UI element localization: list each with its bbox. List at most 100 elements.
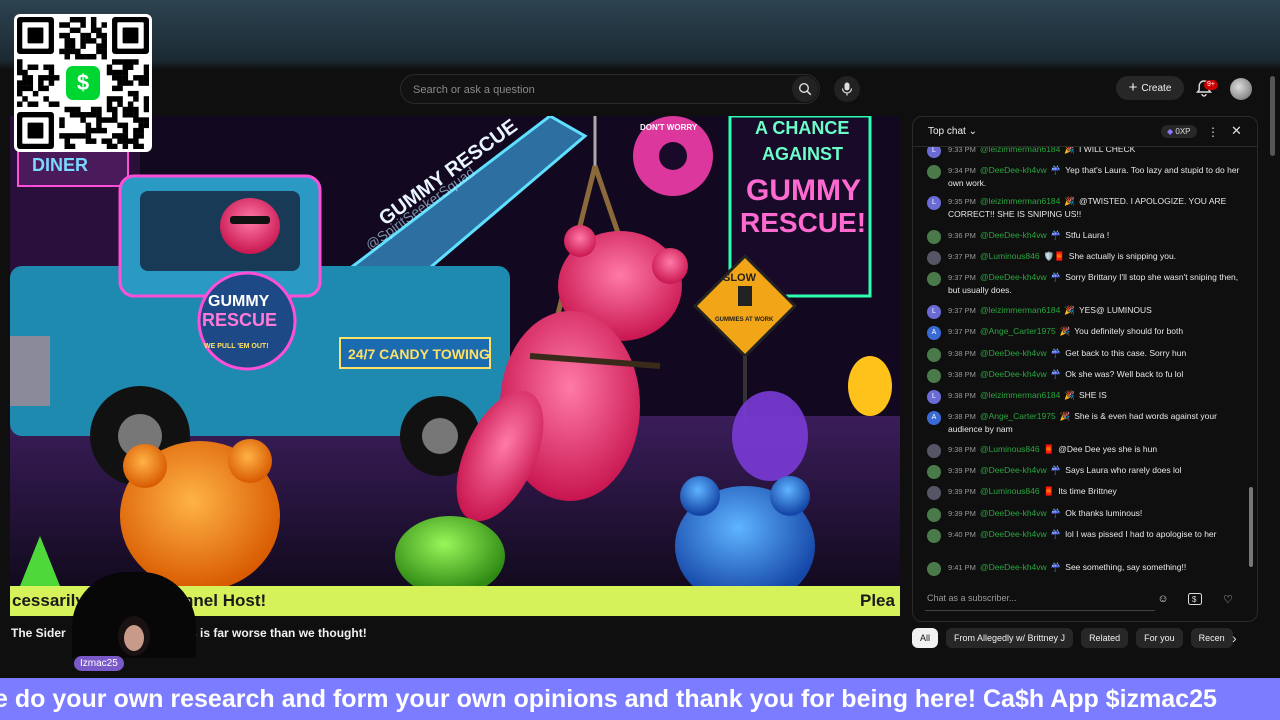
chat-timestamp: 9:40 PM (948, 530, 976, 539)
account-avatar[interactable] (1230, 78, 1252, 100)
chat-message-body: 9:37 PM @DeeDee-kh4vw ☔ Sorry Brittany I'll… (948, 271, 1246, 297)
chat-author-avatar[interactable] (927, 165, 941, 179)
emoji-icon[interactable]: ☺ (1155, 591, 1171, 607)
chat-author-name[interactable]: @leizimmerman6184 (980, 196, 1060, 206)
page-scrollbar[interactable] (1270, 76, 1275, 156)
video-player[interactable]: DINER A CHANCE AGAINST GUMMY RESCUE! DON… (10, 116, 900, 616)
chat-author-avatar[interactable] (927, 272, 941, 286)
chat-message-text: I WILL CHECK (1078, 147, 1136, 154)
chat-author-badge-icon: 🎉 (1064, 305, 1075, 315)
chat-message-body: 9:41 PM @DeeDee-kh4vw ☔ See something, say … (948, 561, 1246, 574)
chip-recen[interactable]: Recen (1190, 628, 1233, 648)
chat-author-avatar[interactable] (927, 348, 941, 362)
chat-author-name[interactable]: @DeeDee-kh4vw (980, 348, 1047, 358)
door-logo-top: GUMMY (208, 293, 270, 310)
chat-timestamp: 9:38 PM (948, 412, 976, 421)
chat-author-badge-icon: ☔ (1050, 529, 1062, 539)
chat-author-avatar[interactable] (927, 562, 941, 576)
chat-author-avatar[interactable] (927, 508, 941, 522)
voice-search-button[interactable] (834, 76, 860, 102)
chat-author-name[interactable]: @leizimmerman6184 (980, 147, 1060, 154)
chat-author-name[interactable]: @leizimmerman6184 (980, 305, 1060, 315)
chat-author-badge-icon: ☔ (1050, 230, 1062, 240)
chat-message-text: YES@ LUMINOUS (1078, 305, 1152, 315)
chat-author-name[interactable]: @DeeDee-kh4vw (980, 465, 1047, 475)
chip-from-allegedly-w-brittney-j[interactable]: From Allegedly w/ Brittney J (946, 628, 1074, 648)
super-chat-icon[interactable]: $ (1187, 591, 1203, 607)
chat-author-avatar[interactable]: L (927, 390, 941, 404)
bottom-marquee-banner: e do your own research and form your own… (0, 678, 1280, 720)
chat-message-text: Its time Brittney (1058, 486, 1117, 496)
chat-author-name[interactable]: @Ange_Carter1975 (980, 411, 1056, 421)
marquee-text: e do your own research and form your own… (0, 685, 1217, 713)
chat-timestamp: 9:38 PM (948, 370, 976, 379)
chat-author-avatar[interactable] (927, 465, 941, 479)
microphone-icon (841, 82, 853, 96)
chat-author-avatar[interactable]: L (927, 196, 941, 210)
truck-side-text: 24/7 CANDY TOWING (348, 346, 490, 362)
chat-author-name[interactable]: @DeeDee-kh4vw (980, 529, 1047, 539)
chat-author-avatar[interactable] (927, 444, 941, 458)
chat-author-badge-icon: 🎉 (1064, 147, 1075, 154)
chat-author-name[interactable]: @DeeDee-kh4vw (980, 272, 1047, 282)
chat-message-text: Stfu Laura ! (1065, 230, 1110, 240)
donut-sign: DON'T WORRY (640, 123, 698, 132)
chat-author-avatar[interactable]: L (927, 147, 941, 158)
chat-message-text: Get back to this case. Sorry hun (1065, 348, 1187, 358)
chat-author-name[interactable]: @DeeDee-kh4vw (980, 562, 1047, 572)
search-input[interactable] (411, 79, 785, 101)
chat-message-body: 9:36 PM @DeeDee-kh4vw ☔ Stfu Laura ! (948, 229, 1246, 242)
chat-author-name[interactable]: @Luminous846 (980, 444, 1040, 454)
chat-message-text: SHE IS (1078, 390, 1107, 400)
chat-author-avatar[interactable] (927, 251, 941, 265)
top-chat-dropdown[interactable]: Top chat ⌄ (928, 126, 977, 137)
chat-author-badge-icon: ☔ (1050, 508, 1062, 518)
chat-author-name[interactable]: @DeeDee-kh4vw (980, 165, 1047, 175)
chat-author-name[interactable]: @Luminous846 (980, 251, 1040, 261)
chat-author-name[interactable]: @Luminous846 (980, 486, 1040, 496)
video-title-right: ors is far worse than we thought! (178, 626, 367, 640)
chat-input[interactable] (925, 589, 1149, 604)
billboard-line3: GUMMY (746, 174, 861, 207)
diner-sign: DINER (32, 155, 88, 175)
chat-author-avatar[interactable]: A (927, 326, 941, 340)
chat-author-badge-icon: ☔ (1050, 465, 1062, 475)
cashapp-qr-code: $ (14, 14, 152, 152)
chat-author-avatar[interactable]: L (927, 305, 941, 319)
chevron-right-icon[interactable]: › (1232, 630, 1237, 646)
more-options-icon[interactable]: ⋮ (1207, 125, 1219, 139)
chat-author-avatar[interactable]: A (927, 411, 941, 425)
xp-badge[interactable]: ◆ 0XP (1161, 125, 1197, 138)
chat-timestamp: 9:41 PM (948, 563, 976, 572)
chat-message-body: 9:37 PM @Ange_Carter1975 🎉 You definitely s… (948, 325, 1246, 338)
chat-author-name[interactable]: @DeeDee-kh4vw (980, 369, 1047, 379)
chat-message-body: 9:35 PM @leizimmerman6184 🎉 @TWISTED. I APO… (948, 195, 1246, 221)
chat-message-list[interactable]: L 9:33 PM @leizimmerman6184 🎉 I WILL CHECK 9:… (913, 147, 1257, 577)
chip-for-you[interactable]: For you (1136, 628, 1183, 648)
streamer-silhouette-front (72, 572, 196, 658)
heart-icon[interactable]: ♡ (1220, 591, 1236, 607)
create-button[interactable]: + Create (1116, 76, 1184, 100)
chat-timestamp: 9:37 PM (948, 252, 976, 261)
chat-message-body: 9:38 PM @Ange_Carter1975 🎉 She is & even ha… (948, 410, 1246, 436)
chat-author-name[interactable]: @DeeDee-kh4vw (980, 230, 1047, 240)
chat-scrollbar[interactable] (1249, 487, 1253, 567)
chat-author-name[interactable]: @leizimmerman6184 (980, 390, 1060, 400)
chat-author-avatar[interactable] (927, 486, 941, 500)
chat-timestamp: 9:39 PM (948, 509, 976, 518)
chat-author-avatar[interactable] (927, 369, 941, 383)
search-box[interactable] (400, 74, 820, 104)
chevron-down-icon: ⌄ (968, 126, 977, 137)
chat-author-avatar[interactable] (927, 230, 941, 244)
chat-message-body: 9:40 PM @DeeDee-kh4vw ☔ lol I was pissed I … (948, 528, 1246, 541)
search-button[interactable] (792, 76, 818, 102)
close-icon[interactable]: ✕ (1231, 123, 1242, 139)
xp-value: 0XP (1175, 127, 1191, 136)
chat-author-avatar[interactable] (927, 529, 941, 543)
chat-author-badge-icon: 🎉 (1059, 326, 1071, 336)
chat-input-box[interactable] (925, 588, 1155, 611)
chat-author-name[interactable]: @DeeDee-kh4vw (980, 508, 1047, 518)
chip-all[interactable]: All (912, 628, 939, 648)
chat-author-name[interactable]: @Ange_Carter1975 (980, 326, 1056, 336)
chip-related[interactable]: Related (1081, 628, 1129, 648)
